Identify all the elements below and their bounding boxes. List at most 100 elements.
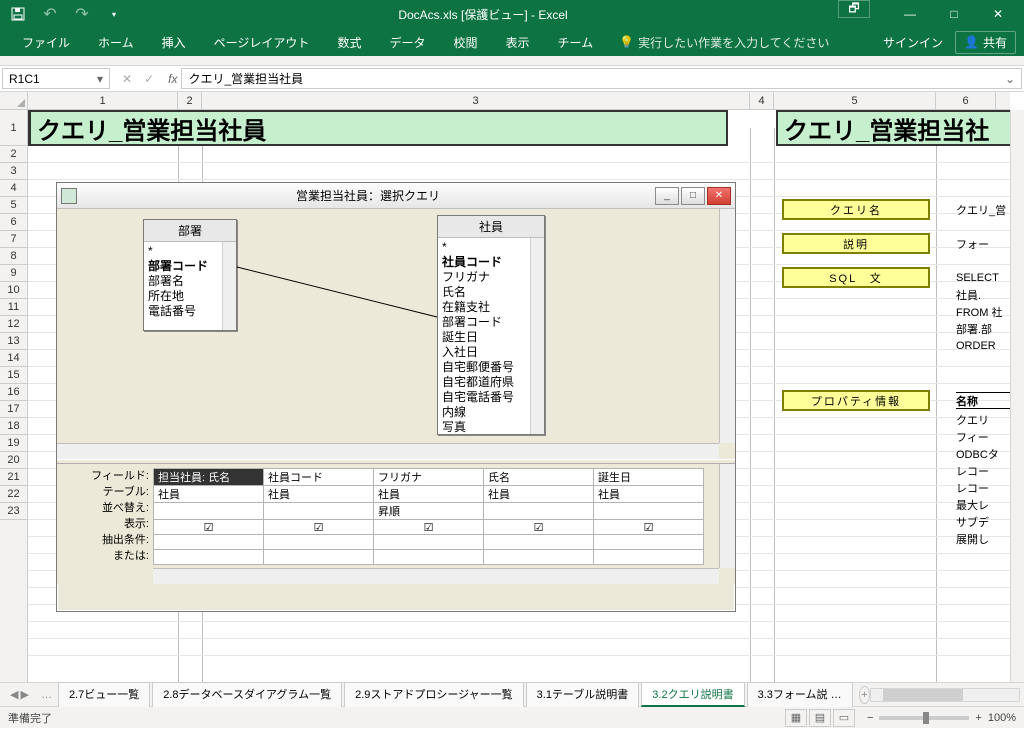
page-break-icon[interactable]: ▭	[833, 709, 855, 727]
row-12[interactable]: 12	[0, 316, 27, 333]
cell-r9[interactable]: FROM 社	[956, 303, 1016, 320]
cells[interactable]: クエリ_営業担当社員 クエリ_営業担当社 クエリ名 説明 SQL 文 プロパティ…	[28, 110, 1010, 682]
cell-r20[interactable]: サブデ	[956, 513, 1016, 530]
sheet-tab[interactable]: 3.2クエリ説明書	[641, 682, 744, 707]
row-13[interactable]: 13	[0, 333, 27, 350]
field-item[interactable]: 電話番号	[148, 304, 232, 319]
qwin-minimize[interactable]: _	[655, 187, 679, 205]
row-22[interactable]: 22	[0, 486, 27, 503]
row-3[interactable]: 3	[0, 163, 27, 180]
row-4[interactable]: 4	[0, 180, 27, 197]
tab-formulas[interactable]: 数式	[323, 28, 375, 56]
row-19[interactable]: 19	[0, 435, 27, 452]
grid-cell[interactable]: ☑	[264, 520, 374, 535]
field-item[interactable]: 社員コード	[442, 255, 540, 270]
tell-me-search[interactable]: 💡 実行したい作業を入力してください	[619, 34, 829, 51]
grid-cell[interactable]	[484, 503, 594, 520]
cell-r16[interactable]: ODBCタ	[956, 445, 1016, 462]
cell-r3[interactable]: クエリ_営	[956, 201, 1016, 218]
row-18[interactable]: 18	[0, 418, 27, 435]
row-11[interactable]: 11	[0, 299, 27, 316]
sheet-tab[interactable]: 3.1テーブル説明書	[526, 682, 640, 707]
cell-r13[interactable]: 名称	[956, 392, 1016, 409]
grid-cell[interactable]	[264, 503, 374, 520]
grid-cell[interactable]: フリガナ	[374, 469, 484, 486]
field-item[interactable]: 部署コード	[148, 259, 232, 274]
row-23[interactable]: 23	[0, 503, 27, 520]
nav-next-icon[interactable]: ▶	[20, 688, 28, 701]
normal-view-icon[interactable]: ▦	[785, 709, 807, 727]
grid-cell[interactable]: 担当社員: 氏名	[154, 469, 264, 486]
undo-icon[interactable]: ↶	[36, 2, 64, 26]
grid-cell[interactable]	[594, 503, 704, 520]
zoom-in-icon[interactable]: +	[975, 712, 981, 724]
tab-review[interactable]: 校閲	[439, 28, 491, 56]
tab-nav[interactable]: ◀▶	[4, 688, 35, 701]
qwin-close[interactable]: ✕	[707, 187, 731, 205]
tab-home[interactable]: ホーム	[84, 28, 148, 56]
col-1[interactable]: 1	[28, 92, 178, 109]
grid-cell[interactable]: ☑	[374, 520, 484, 535]
cell-r7[interactable]: SELECT	[956, 269, 1016, 286]
ribbon-display-icon[interactable]: 🗗	[838, 0, 870, 18]
grid-cell[interactable]	[154, 535, 264, 550]
field-item[interactable]: 誕生日	[442, 330, 540, 345]
vscrollbar[interactable]	[719, 209, 735, 443]
row-1[interactable]: 1	[0, 110, 27, 146]
zoom-control[interactable]: − + 100%	[867, 712, 1016, 724]
row-headers[interactable]: 1234567891011121314151617181920212223	[0, 110, 28, 682]
tab-pagelayout[interactable]: ページレイアウト	[200, 28, 324, 56]
tab-insert[interactable]: 挿入	[148, 28, 200, 56]
zoom-slider[interactable]	[879, 716, 969, 720]
maximize-button[interactable]: □	[932, 0, 976, 28]
qwin-maximize[interactable]: □	[681, 187, 705, 205]
header-cell-right[interactable]: クエリ_営業担当社	[776, 110, 1020, 146]
grid-cell[interactable]	[594, 550, 704, 565]
table-shain[interactable]: 社員 *社員コードフリガナ氏名在籍支社部署コード誕生日入社日自宅郵便番号自宅都道…	[437, 215, 545, 435]
cell-r17[interactable]: レコー	[956, 462, 1016, 479]
close-button[interactable]: ✕	[976, 0, 1020, 28]
row-2[interactable]: 2	[0, 146, 27, 163]
tab-data[interactable]: データ	[375, 28, 439, 56]
nav-prev-icon[interactable]: ◀	[10, 688, 18, 701]
field-item[interactable]: 内線	[442, 405, 540, 420]
grid-cell[interactable]	[484, 535, 594, 550]
grid-cell[interactable]: 社員	[484, 486, 594, 503]
cell-r10[interactable]: 部署.部	[956, 320, 1016, 337]
column-headers[interactable]: 1 2 3 4 5 6	[28, 92, 1010, 110]
cell-r19[interactable]: 最大レ	[956, 496, 1016, 513]
field-item[interactable]: 自宅都道府県	[442, 375, 540, 390]
grid-cell[interactable]: 社員	[154, 486, 264, 503]
grid-cell[interactable]: ☑	[154, 520, 264, 535]
tab-view[interactable]: 表示	[491, 28, 543, 56]
grid-cell[interactable]: 社員コード	[264, 469, 374, 486]
cell-r18[interactable]: レコー	[956, 479, 1016, 496]
grid-cell[interactable]: 昇順	[374, 503, 484, 520]
page-layout-icon[interactable]: ▤	[809, 709, 831, 727]
field-item[interactable]: フリガナ	[442, 270, 540, 285]
row-17[interactable]: 17	[0, 401, 27, 418]
field-item[interactable]: *	[442, 240, 540, 255]
row-5[interactable]: 5	[0, 197, 27, 214]
grid-cell[interactable]: ☑	[594, 520, 704, 535]
field-item[interactable]: 自宅郵便番号	[442, 360, 540, 375]
field-item[interactable]: 在籍支社	[442, 300, 540, 315]
row-15[interactable]: 15	[0, 367, 27, 384]
grid-cell[interactable]: 社員	[594, 486, 704, 503]
row-10[interactable]: 10	[0, 282, 27, 299]
horizontal-scrollbar[interactable]	[870, 688, 1020, 702]
col-6[interactable]: 6	[936, 92, 996, 109]
vscrollbar[interactable]	[719, 464, 735, 568]
minimize-button[interactable]: —	[888, 0, 932, 28]
col-3[interactable]: 3	[202, 92, 750, 109]
cell-r8[interactable]: 社員.	[956, 286, 1016, 303]
confirm-icon[interactable]: ✓	[140, 72, 158, 86]
col-4[interactable]: 4	[750, 92, 774, 109]
col-5[interactable]: 5	[774, 92, 936, 109]
cancel-icon[interactable]: ✕	[118, 72, 136, 86]
chevron-down-icon[interactable]: ▾	[97, 72, 103, 86]
grid-cell[interactable]: ☑	[484, 520, 594, 535]
field-item[interactable]: 部署コード	[442, 315, 540, 330]
new-sheet-button[interactable]: +	[859, 686, 871, 704]
col-2[interactable]: 2	[178, 92, 202, 109]
